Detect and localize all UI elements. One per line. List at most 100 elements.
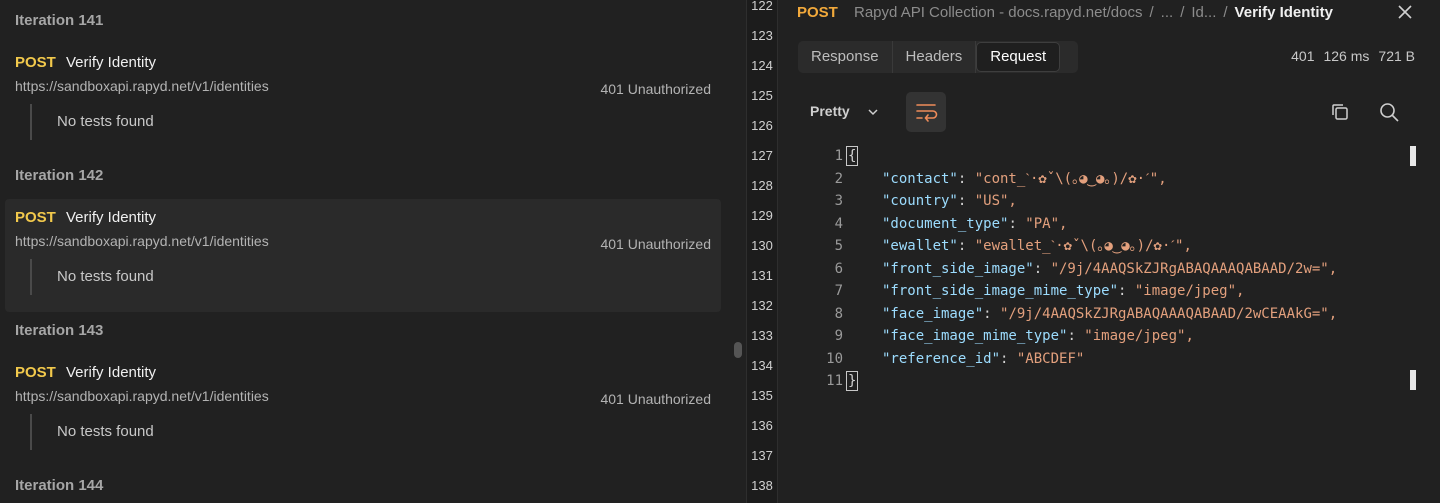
line-number-gutter: 122 123 124 125 126 127 128 129 130 131 132 133 134 1… — [746, 0, 778, 503]
gutter-line-number: 124 — [751, 58, 773, 73]
code-line-text: "contact": "cont_ˋ·✿ˇ\(｡◕‿◕｡)/✿·ˊ", — [882, 168, 1167, 190]
json-value: "image/jpeg", — [1134, 283, 1245, 299]
code-line-number: 4 — [834, 215, 843, 232]
search-icon[interactable] — [1378, 101, 1400, 123]
response-meta: 401 126 ms 721 B — [1282, 48, 1415, 64]
json-key: "reference_id" — [882, 350, 1001, 367]
code-line-text: "front_side_image_mime_type": "image/jpe… — [882, 280, 1244, 302]
json-colon: : — [1033, 260, 1051, 277]
json-colon: : — [957, 193, 975, 209]
response-status: 401 Unauthorized — [600, 391, 711, 407]
gutter-line-number: 133 — [751, 328, 773, 343]
code-line-text: "document_type": "PA", — [882, 213, 1067, 235]
json-key: "document_type" — [882, 215, 1009, 232]
json-value: "ewallet_ˋ·✿ˇ\(｡◕‿◕｡)/✿·ˊ", — [974, 238, 1192, 254]
breadcrumb: Rapyd API Collection - docs.rapyd.net/do… — [854, 4, 1333, 21]
close-icon[interactable] — [1395, 2, 1415, 22]
wrap-lines-button[interactable] — [906, 92, 946, 132]
iteration-title: Iteration 142 — [15, 167, 104, 184]
json-key: "ewallet" — [882, 238, 958, 254]
gutter-line-number: 127 — [751, 148, 773, 163]
brace-highlight: { — [846, 146, 859, 166]
json-colon: : — [957, 170, 975, 187]
tests-summary: No tests found — [30, 414, 154, 450]
tab-response[interactable]: Response — [798, 41, 893, 73]
json-colon: : — [1000, 350, 1017, 367]
request-url: https://sandboxapi.rapyd.net/v1/identiti… — [15, 78, 269, 94]
gutter-line-number: 128 — [751, 178, 773, 193]
request-method: POST — [15, 54, 56, 71]
breadcrumb-collection[interactable]: Rapyd API Collection - docs.rapyd.net/do… — [854, 4, 1143, 21]
code-line-number: 2 — [834, 170, 843, 187]
scrollbar-marker[interactable] — [1410, 370, 1416, 390]
gutter-line-number: 132 — [751, 298, 773, 313]
tab-headers[interactable]: Headers — [893, 41, 977, 73]
tests-summary: No tests found — [30, 104, 154, 140]
json-value: "US", — [974, 193, 1017, 209]
iteration-title: Iteration 141 — [15, 12, 104, 29]
panel-resize-handle[interactable] — [734, 342, 742, 358]
copy-icon[interactable] — [1329, 101, 1351, 123]
json-value: "cont_ˋ·✿ˇ\(｡◕‿◕｡)/✿·ˊ", — [974, 170, 1167, 187]
request-name[interactable]: Verify Identity — [66, 364, 156, 381]
request-method: POST — [15, 364, 56, 381]
iteration-title: Iteration 143 — [15, 322, 104, 339]
request-body-viewer[interactable]: 1{2 "contact": "cont_ˋ·✿ˇ\(｡◕‿◕｡)/✿·ˊ", 3 "… — [808, 145, 1413, 395]
detail-tabs: Response Headers Request — [798, 41, 1078, 73]
gutter-line-number: 129 — [751, 208, 773, 223]
wrap-lines-icon — [916, 104, 938, 122]
code-line-text: "reference_id": "ABCDEF" — [882, 348, 1084, 370]
code-line-number: 3 — [834, 193, 843, 209]
iteration-title: Iteration 144 — [15, 477, 104, 494]
code-line-number: 5 — [834, 238, 843, 254]
json-value: "/9j/4AAQSkZJRgABAQAAAQABAAD/2w=", — [1050, 260, 1338, 277]
code-line-number: 11 — [826, 373, 843, 389]
json-value: "PA", — [1025, 215, 1068, 232]
code-line-text: } — [846, 370, 859, 392]
json-key: "face_image" — [882, 305, 984, 322]
breadcrumb-folder[interactable]: Id... — [1191, 4, 1216, 21]
request-url: https://sandboxapi.rapyd.net/v1/identiti… — [15, 388, 269, 404]
request-detail-panel: POST Rapyd API Collection - docs.rapyd.n… — [778, 0, 1440, 503]
response-size: 721 B — [1378, 48, 1415, 64]
run-results-panel: Iteration 141 POST Verify Identity https… — [0, 0, 735, 503]
request-result-row[interactable]: POST Verify Identity https://sandboxapi.… — [5, 354, 721, 467]
breadcrumb-current: Verify Identity — [1234, 4, 1333, 21]
request-result-row[interactable]: POST Verify Identity https://sandboxapi.… — [5, 44, 721, 157]
request-result-row[interactable]: POST Verify Identity https://sandboxapi.… — [5, 199, 721, 312]
json-colon: : — [1118, 283, 1135, 299]
gutter-line-number: 138 — [751, 478, 773, 493]
response-status: 401 Unauthorized — [600, 236, 711, 252]
request-method: POST — [797, 4, 838, 21]
brace-highlight: } — [846, 371, 859, 391]
request-url: https://sandboxapi.rapyd.net/v1/identiti… — [15, 233, 269, 249]
request-name[interactable]: Verify Identity — [66, 54, 156, 71]
json-colon: : — [957, 238, 975, 254]
response-status: 401 Unauthorized — [600, 81, 711, 97]
gutter-line-number: 131 — [751, 268, 773, 283]
json-colon: : — [1008, 215, 1026, 232]
gutter-line-number: 135 — [751, 388, 773, 403]
gutter-line-number: 137 — [751, 448, 773, 463]
json-value: "/9j/4AAQSkZJRgABAQAAAQABAAD/2wCEAAkG=", — [1000, 305, 1338, 322]
tab-request[interactable]: Request — [976, 42, 1061, 72]
scrollbar-marker[interactable] — [1410, 146, 1416, 166]
code-line-number: 9 — [834, 328, 843, 344]
json-value: "image/jpeg", — [1084, 328, 1194, 344]
request-name[interactable]: Verify Identity — [66, 209, 156, 226]
code-line-number: 10 — [826, 350, 843, 367]
status-code: 401 — [1291, 48, 1315, 64]
request-method: POST — [15, 209, 56, 226]
code-line-text: { — [846, 145, 859, 167]
breadcrumb-ellipsis[interactable]: ... — [1161, 4, 1174, 21]
format-dropdown[interactable]: Pretty — [810, 103, 850, 119]
gutter-line-number: 126 — [751, 118, 773, 133]
code-line-text: "front_side_image": "/9j/4AAQSkZJRgABAQA… — [882, 258, 1337, 280]
code-line-number: 6 — [834, 260, 843, 277]
tests-summary: No tests found — [30, 259, 154, 295]
json-key: "face_image_mime_type" — [882, 328, 1068, 344]
code-line-number: 8 — [834, 305, 843, 322]
json-key: "contact" — [882, 170, 958, 187]
gutter-line-number: 134 — [751, 358, 773, 373]
chevron-down-icon[interactable] — [867, 106, 879, 118]
